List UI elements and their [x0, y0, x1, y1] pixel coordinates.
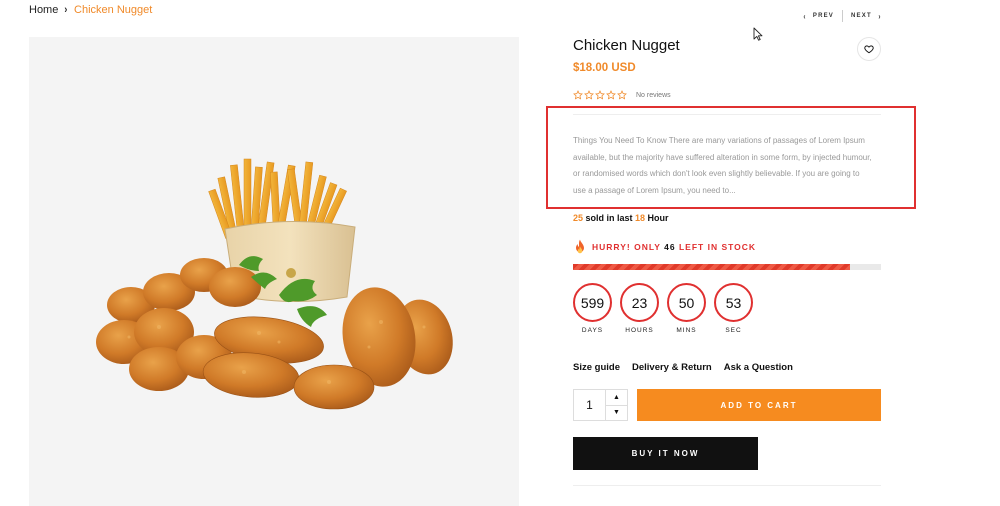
delivery-return-link[interactable]: Delivery & Return	[632, 362, 712, 373]
countdown-hours: 23 HOURS	[620, 283, 659, 334]
star-icon	[595, 90, 605, 100]
stock-progress-bar	[573, 264, 881, 270]
mouse-cursor-icon	[753, 27, 763, 41]
product-image[interactable]	[29, 37, 519, 506]
countdown-mins: 50 MINS	[667, 283, 706, 334]
fire-icon	[576, 239, 584, 254]
countdown-days-label: DAYS	[581, 327, 604, 334]
rating-stars[interactable]: No reviews	[573, 90, 671, 100]
breadcrumb-current: Chicken Nugget	[74, 4, 153, 16]
stock-prefix: HURRY! ONLY	[592, 242, 665, 252]
quantity-arrows: ▲ ▼	[605, 390, 627, 420]
size-guide-link[interactable]: Size guide	[573, 362, 620, 373]
star-icon	[617, 90, 627, 100]
quantity-decrease-button[interactable]: ▼	[606, 406, 627, 421]
chicken-nugget-photo	[96, 158, 453, 410]
product-pager: ‹ PREV NEXT ›	[803, 10, 882, 22]
sold-text: sold in last	[583, 213, 636, 223]
breadcrumb-home-link[interactable]: Home	[29, 4, 58, 16]
countdown-mins-label: MINS	[676, 327, 697, 334]
heart-icon	[864, 45, 874, 54]
quantity-increase-button[interactable]: ▲	[606, 390, 627, 406]
countdown-sec: 53 SEC	[714, 283, 753, 334]
stock-suffix: LEFT IN STOCK	[675, 242, 757, 252]
sold-in-last: 25 sold in last 18 Hour	[573, 213, 669, 223]
countdown-days: 599 DAYS	[573, 283, 612, 334]
stock-count: 46	[664, 242, 676, 252]
countdown-sec-value: 53	[714, 283, 753, 322]
countdown-mins-value: 50	[667, 283, 706, 322]
countdown-hours-label: HOURS	[625, 327, 654, 334]
star-icon	[573, 90, 583, 100]
sold-hours: 18	[635, 213, 646, 223]
countdown-timer: 599 DAYS 23 HOURS 50 MINS 53 SEC	[573, 283, 753, 334]
chevron-left-icon: ‹	[803, 11, 807, 21]
chevron-right-icon: ›	[878, 11, 882, 21]
pager-divider	[842, 10, 844, 22]
countdown-hours-value: 23	[620, 283, 659, 322]
add-to-cart-button[interactable]: ADD TO CART	[637, 389, 881, 421]
product-links: Size guide Delivery & Return Ask a Quest…	[573, 362, 793, 373]
ask-question-link[interactable]: Ask a Question	[724, 362, 793, 373]
countdown-sec-label: SEC	[725, 327, 742, 334]
quantity-input[interactable]: 1	[574, 390, 605, 420]
next-label: NEXT	[851, 13, 872, 19]
wishlist-button[interactable]	[857, 37, 881, 61]
prev-link[interactable]: ‹ PREV	[803, 12, 834, 21]
chevron-right-icon: ›	[64, 4, 68, 16]
prev-label: PREV	[812, 13, 835, 19]
stock-progress-fill	[573, 264, 851, 270]
sold-text-end: Hour	[645, 213, 669, 223]
breadcrumb: Home › Chicken Nugget	[29, 4, 152, 16]
product-description: Things You Need To Know There are many v…	[573, 136, 872, 195]
product-price: $18.00 USD	[573, 62, 636, 74]
buy-it-now-button[interactable]: BUY IT NOW	[573, 437, 758, 470]
stock-warning: HURRY! ONLY 46 LEFT IN STOCK	[573, 239, 756, 255]
countdown-days-value: 599	[573, 283, 612, 322]
next-link[interactable]: NEXT ›	[851, 12, 882, 21]
star-icon	[606, 90, 616, 100]
quantity-stepper: 1 ▲ ▼	[573, 389, 628, 421]
product-title: Chicken Nugget	[573, 37, 680, 54]
divider	[573, 485, 881, 486]
star-icon	[584, 90, 594, 100]
reviews-count[interactable]: No reviews	[636, 92, 671, 99]
sold-count: 25	[573, 213, 584, 223]
